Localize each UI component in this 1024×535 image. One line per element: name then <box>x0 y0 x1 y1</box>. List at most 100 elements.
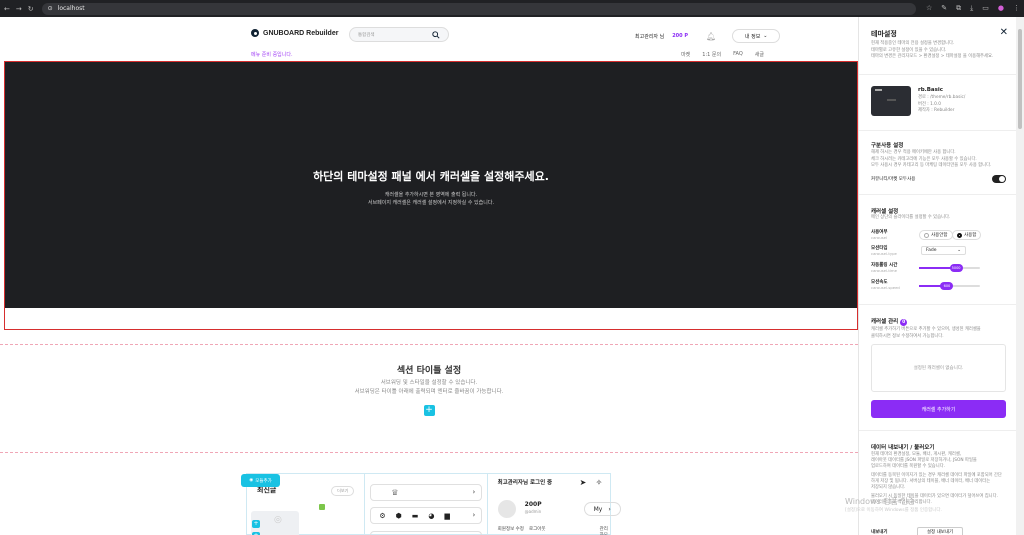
panel-desc-line: 테마의 변경은 관리자모드 > 환경설정 > 테마설정 을 이용해주세요. <box>871 54 994 59</box>
tab-icon[interactable]: ▭ <box>982 4 989 13</box>
crown-icon: ♕ <box>391 488 399 497</box>
theme-name: rb.Basic <box>918 87 944 93</box>
effect-select[interactable]: Fade ⌄ <box>921 246 966 255</box>
speed-field-label: 모션속도 carousel-speed <box>871 279 900 290</box>
radio-not-used[interactable]: 사용안함 <box>919 230 953 240</box>
star-icon[interactable]: ☆ <box>926 4 932 13</box>
user-box: 최고관리자 님 200 P 🔔︎ 내 정보 ⌄ <box>635 29 781 43</box>
profile-icon[interactable]: ● <box>998 4 1004 13</box>
site-info-icon[interactable]: ⊙ <box>48 5 53 12</box>
top-link-market[interactable]: 마켓 <box>681 51 690 58</box>
section-subtitle-2: 서브워딩은 타이틀 아래에 출력되며 엔터로 줄바꿈이 가능합니다. <box>354 389 504 395</box>
gear-icon[interactable]: ⚙ <box>379 512 385 520</box>
radio-icon <box>924 232 929 238</box>
carousel-list-empty: 설정된 캐러셀이 없습니다. <box>871 344 1006 392</box>
palette-icon[interactable]: ◕ <box>428 512 434 520</box>
carousel-manage-title: 캐러셀 관리 0 <box>871 317 908 326</box>
edit-profile-link[interactable]: 회원정보 수정 <box>498 526 524 532</box>
send-icon[interactable]: ➤ <box>580 478 587 487</box>
module-add-button[interactable]: ◉ 모듈추가 <box>241 474 280 487</box>
search-icon[interactable] <box>432 30 440 39</box>
slider-knob[interactable]: 5000 <box>949 264 963 272</box>
banner-line-2: 서브페이지 캐러셀은 캐러셀 설정에서 지정하실 수 있습니다. <box>367 200 495 206</box>
carousel-count-badge: 0 <box>900 319 908 326</box>
pin-icon[interactable]: ✧ <box>596 478 603 487</box>
bell-icon[interactable]: 🔔︎ <box>706 32 716 41</box>
module-row-1[interactable]: ♕ › <box>370 484 483 501</box>
user-points[interactable]: 200 P <box>672 33 688 39</box>
my-button[interactable]: My › <box>583 502 621 516</box>
effect-field-label: 모션타입 carousel-type <box>871 245 897 256</box>
cube-icon[interactable]: ⬢ <box>396 512 402 520</box>
radio-used[interactable]: 사용함 <box>952 230 982 240</box>
module-add-label: 모듈추가 <box>255 478 272 484</box>
extension-icon[interactable]: ⧉ <box>956 4 961 13</box>
scrollbar-thumb[interactable] <box>1018 29 1022 129</box>
top-link-qa[interactable]: 1:1 문의 <box>702 51 721 58</box>
menu-icon[interactable]: ⋮ <box>1013 4 1020 13</box>
address-bar[interactable]: ⊙ localhost <box>41 2 916 15</box>
theme-settings-panel: 테마설정 ✕ 현재 적용중인 테마의 전용 설정을 변경합니다. 테마별로 고유… <box>858 17 1016 535</box>
divider <box>859 74 1016 75</box>
login-card: 최고관리자님 로그인 중 ➤ ✧ 200P @admin My › 회원정보 수정… <box>488 474 621 535</box>
move-up-icon[interactable]: + <box>252 520 260 528</box>
top-links: 마켓 1:1 문의 FAQ 새글 <box>681 51 764 58</box>
logo-icon <box>251 29 259 37</box>
widget-grid: 최신글 더보기 ◎ + + ♕ › › ⚙ ⬢ ▬ ◕ ▆ <box>246 473 621 535</box>
carousel-area: 하단의 테마설정 패널 에서 캐러셀을 설정해주세요. 캐러셀을 추가하시면 본… <box>4 61 858 330</box>
desc-line: 캐러셀 추가하기 버튼으로 추가할 수 있으며, 생성된 캐러셀을 <box>871 327 981 332</box>
banner-title: 하단의 테마설정 패널 에서 캐러셀을 설정해주세요. <box>313 170 549 183</box>
my-info-button[interactable]: 내 정보 ⌄ <box>732 29 781 43</box>
carousel-manage-desc: 캐러셀 추가하기 버튼으로 추가할 수 있으며, 생성된 캐러셀을 클릭하시면 … <box>871 327 981 340</box>
download-icon[interactable]: ⤓ <box>970 4 973 13</box>
module-toolbar: ⚙ ⬢ ▬ ◕ ▆ <box>379 512 450 520</box>
add-section-button[interactable]: + <box>423 404 435 416</box>
speed-slider[interactable]: 600 <box>919 282 980 290</box>
section-title: 섹션 타이틀 설정 <box>396 366 462 376</box>
panel-title: 테마설정 <box>871 30 897 38</box>
top-link-faq[interactable]: FAQ <box>733 51 743 58</box>
slider-knob[interactable]: 600 <box>940 282 954 290</box>
camera-icon: ◎ <box>274 515 282 525</box>
community-toggle[interactable] <box>992 175 1006 183</box>
close-icon[interactable]: ✕ <box>1000 27 1008 38</box>
page-content: GNUBOARD Rebuilder 통합검색 최고관리자 님 200 P 🔔︎… <box>0 17 858 535</box>
layout-icon[interactable]: ▬ <box>412 512 419 520</box>
radio-checked-icon <box>957 232 962 238</box>
logo-text: GNUBOARD Rebuilder <box>263 29 339 37</box>
login-status: 최고관리자님 로그인 중 <box>497 480 553 486</box>
export-button[interactable]: 설정 내보내기 <box>917 527 963 535</box>
my-label: My <box>593 505 603 513</box>
banner-line-1: 캐러셀을 추가하시면 본 영역에 출력 됩니다. <box>384 192 478 198</box>
menu-notice: 메뉴 준비 중입니다. <box>251 52 293 58</box>
chevron-down-icon: ⌄ <box>763 33 768 39</box>
section-use-desc: 해제 하시는 경우 적용 메이키에만 사용 합니다. 체크 하시려는 카테고리에… <box>871 150 1009 170</box>
reload-icon[interactable]: ↻ <box>28 5 34 13</box>
use-field-label: 사용여부 carousel <box>871 229 888 240</box>
module-row-3[interactable] <box>370 531 483 535</box>
panel-description: 현재 적용중인 테마의 전용 설정을 변경합니다. 테마별로 고유한 설정이 있… <box>871 41 1006 61</box>
site-header: GNUBOARD Rebuilder 통합검색 최고관리자 님 200 P 🔔︎… <box>0 17 858 61</box>
top-link-new[interactable]: 새글 <box>755 51 764 58</box>
my-info-label: 내 정보 <box>744 33 761 40</box>
effect-value: Fade <box>926 248 937 253</box>
back-icon[interactable]: ← <box>4 5 10 13</box>
pen-icon[interactable]: ✎ <box>941 4 947 13</box>
page-scrollbar[interactable] <box>1016 17 1024 535</box>
logout-link[interactable]: 로그아웃 <box>529 526 546 532</box>
new-badge-icon <box>319 504 325 510</box>
section-title-block: 섹션 타이틀 설정 서브워딩 및 스타일을 설정할 수 있습니다. 서브워딩은 타… <box>0 363 858 416</box>
add-carousel-button[interactable]: 캐러셀 추가하기 <box>871 400 1006 418</box>
forward-icon[interactable]: → <box>16 5 22 13</box>
admin-mode-link[interactable]: 관리자모드 <box>600 526 610 535</box>
site-logo[interactable]: GNUBOARD Rebuilder <box>251 29 338 37</box>
time-slider[interactable]: 5000 <box>919 264 980 272</box>
bus-icon[interactable]: ▆ <box>444 512 449 520</box>
divider <box>859 430 1016 431</box>
search-input[interactable]: 통합검색 <box>349 27 449 42</box>
more-button[interactable]: 더보기 <box>331 486 355 496</box>
theme-meta: 경로 : /theme/rb.basic/ 버전 : 1.0.0 제작자 : R… <box>918 95 1008 115</box>
radio-label: 사용안함 <box>931 233 948 238</box>
section-subtitle-1: 서브워딩 및 스타일을 설정할 수 있습니다. <box>380 380 478 386</box>
desc-line: 모두 사용시 경우 카테고리 등 마케팅 데이터만을 모두 사용 합니다. <box>871 163 992 168</box>
